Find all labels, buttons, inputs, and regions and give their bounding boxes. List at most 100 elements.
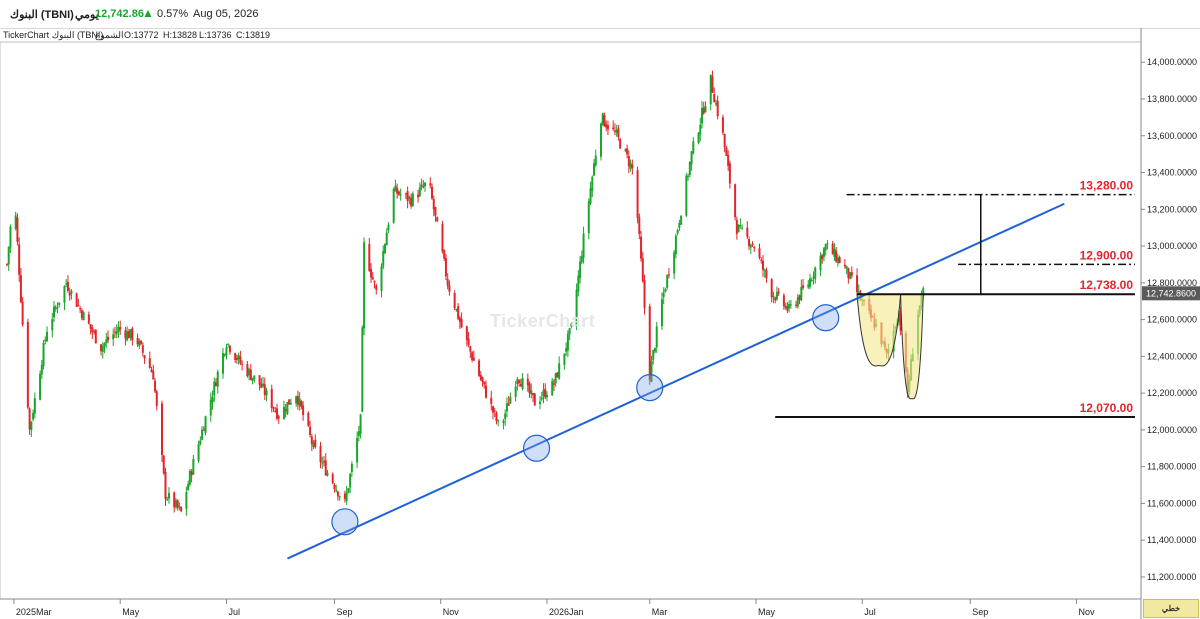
- candle-body: [678, 222, 681, 228]
- candle-body: [44, 339, 47, 342]
- candle-body: [89, 324, 92, 329]
- candle-body: [655, 326, 658, 348]
- candle-body: [856, 275, 859, 293]
- candle-body: [544, 388, 547, 398]
- candle-body: [519, 383, 522, 387]
- candle-body: [843, 264, 846, 267]
- candle-body: [716, 100, 719, 117]
- candle-body: [286, 402, 289, 414]
- candle-body: [542, 389, 545, 397]
- candle-body: [260, 383, 263, 388]
- candle-body: [467, 338, 470, 345]
- candle-body: [309, 426, 312, 435]
- candle-body: [105, 339, 108, 344]
- candle-body: [516, 378, 519, 385]
- candle-body: [432, 199, 435, 210]
- candle-body: [673, 252, 676, 274]
- y-tick-label: 12,600.0000: [1147, 315, 1197, 325]
- candle-body: [82, 312, 85, 321]
- candle-body: [343, 493, 346, 500]
- x-tick-label: Jul: [864, 607, 876, 617]
- candle-body: [201, 429, 204, 440]
- candle-body: [566, 333, 569, 351]
- candle-body: [223, 354, 226, 356]
- candle-body: [518, 380, 521, 384]
- candle-body: [361, 327, 364, 412]
- candle-body: [326, 472, 329, 476]
- candle-body: [554, 373, 557, 384]
- candle-body: [187, 483, 190, 491]
- candle-body: [666, 275, 669, 288]
- candle-body: [826, 243, 829, 245]
- candle-body: [789, 304, 792, 306]
- candle-body: [465, 326, 468, 340]
- candle-body: [79, 307, 82, 310]
- candle-body: [21, 301, 24, 325]
- candle-body: [775, 292, 778, 300]
- candle-body: [251, 377, 254, 382]
- y-tick-label: 12,400.0000: [1147, 351, 1197, 361]
- candle-body: [397, 191, 400, 195]
- candle-body: [702, 107, 705, 114]
- x-tick-label: Nov: [443, 607, 460, 617]
- candle-body: [497, 420, 500, 422]
- candle-body: [491, 406, 494, 413]
- candle-body: [422, 186, 425, 188]
- candle-body: [28, 408, 31, 430]
- candle-body: [357, 431, 360, 437]
- candle-body: [739, 225, 742, 227]
- candle-body: [812, 276, 815, 278]
- candle-body: [735, 219, 738, 234]
- candle-body: [728, 163, 731, 184]
- candle-body: [380, 266, 383, 291]
- candle-body: [350, 463, 353, 473]
- candle-body: [180, 507, 183, 512]
- candle-body: [173, 492, 176, 508]
- candle-body: [167, 492, 170, 499]
- trendline-touch-circle: [331, 508, 359, 536]
- candle-body: [784, 305, 787, 308]
- chart-type-button[interactable]: خطي: [1143, 599, 1199, 618]
- candle-body: [347, 488, 350, 493]
- level-label: 12,738.00: [1080, 278, 1134, 292]
- candle-body: [821, 254, 824, 260]
- candle-body: [709, 74, 712, 105]
- candle-body: [471, 352, 474, 360]
- candle-body: [460, 319, 463, 328]
- candle-body: [94, 329, 97, 344]
- y-tick-label: 12,200.0000: [1147, 388, 1197, 398]
- candle-body: [91, 327, 94, 333]
- candle-body: [690, 151, 693, 165]
- candle-body: [509, 397, 512, 404]
- candle-body: [704, 106, 707, 112]
- candle-body: [601, 113, 604, 125]
- candle-body: [446, 278, 449, 286]
- candle-body: [807, 284, 810, 288]
- candle-body: [53, 306, 56, 318]
- candle-body: [107, 336, 110, 341]
- candle-body: [192, 458, 195, 475]
- x-tick-label: Mar: [652, 607, 668, 617]
- candle-body: [737, 224, 740, 233]
- candle-body: [143, 355, 146, 359]
- candle-body: [545, 395, 548, 398]
- candle-body: [746, 227, 749, 237]
- trendline-touch-circle: [636, 373, 664, 402]
- candle-body: [587, 201, 590, 234]
- candle-body: [275, 408, 278, 419]
- candle-body: [295, 396, 298, 404]
- candle-body: [824, 244, 827, 251]
- candle-body: [335, 489, 338, 492]
- price-chart[interactable]: 11,200.0000 11,400.0000 11,600.0000 11,800.…: [0, 0, 1200, 619]
- candle-body: [617, 128, 620, 137]
- candle-body: [117, 326, 120, 332]
- candle-body: [289, 403, 292, 405]
- candle-body: [725, 147, 728, 156]
- candle-body: [483, 381, 486, 385]
- candle-body: [119, 327, 122, 330]
- candle-body: [113, 331, 116, 333]
- candle-body: [349, 474, 352, 488]
- candle-body: [213, 381, 216, 396]
- candle-body: [420, 184, 423, 188]
- candle-body: [188, 470, 191, 485]
